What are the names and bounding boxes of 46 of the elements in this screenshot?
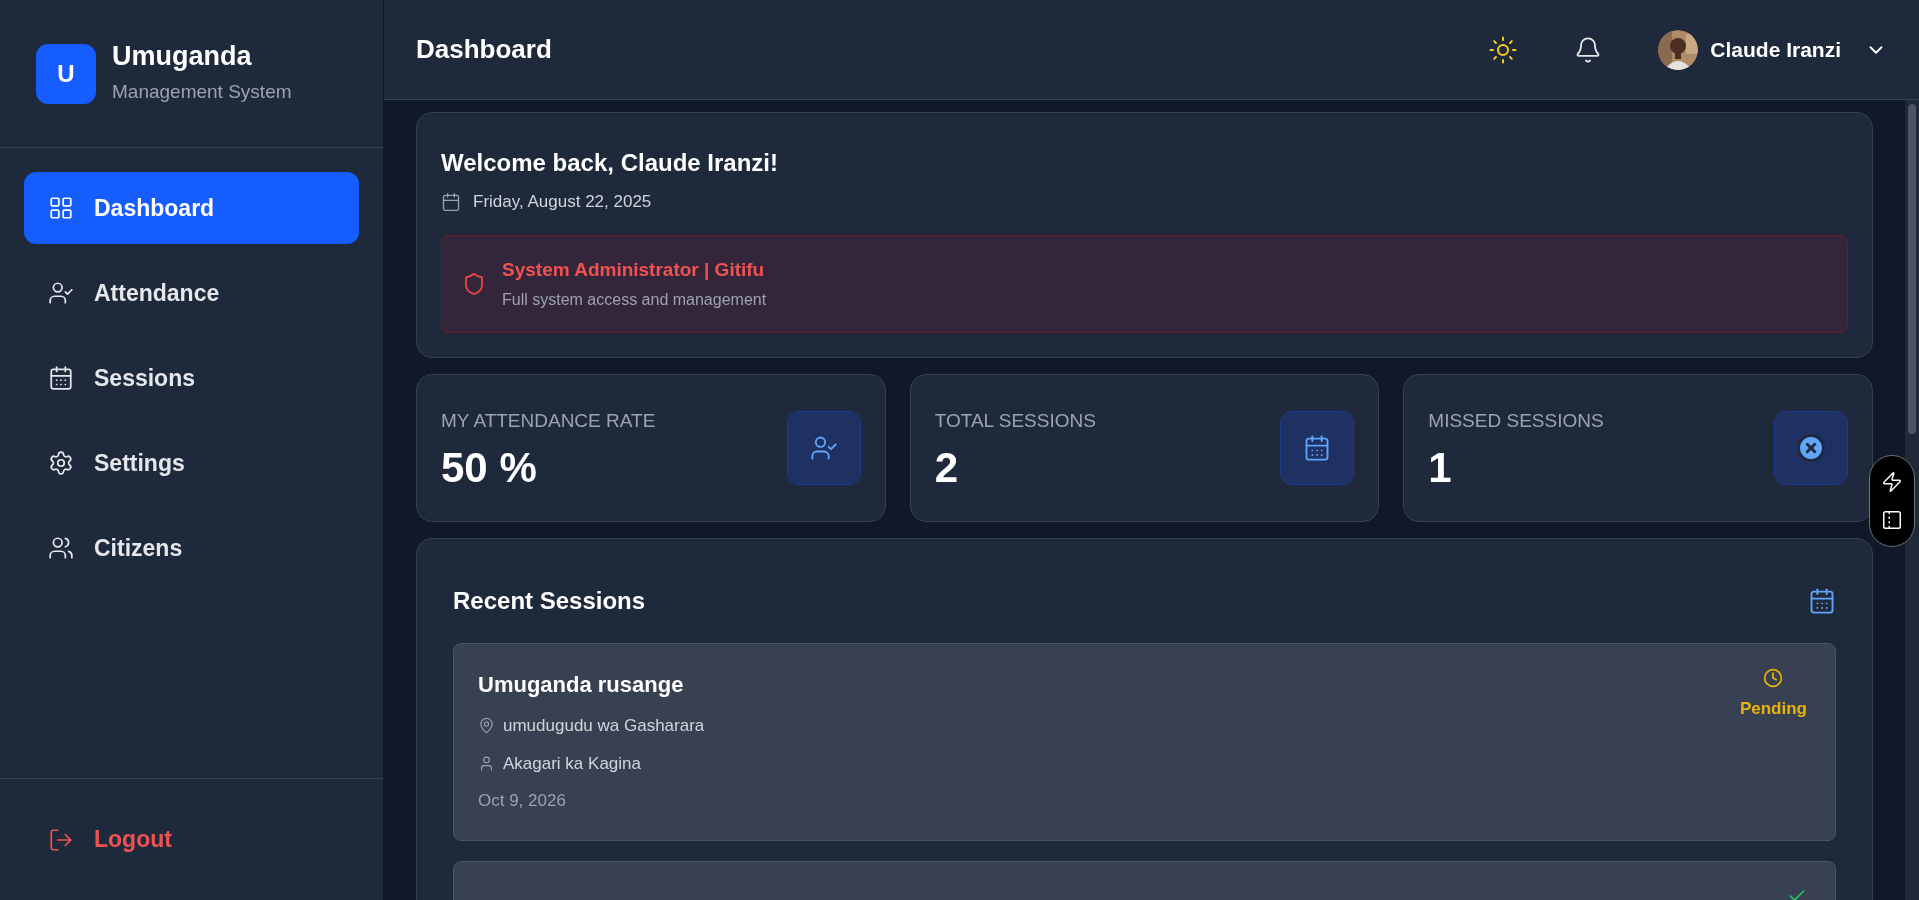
panel-icon[interactable] bbox=[1881, 509, 1903, 531]
logo-badge: U bbox=[36, 43, 96, 104]
shield-icon bbox=[462, 271, 486, 296]
nav-item[interactable]: Sessions bbox=[24, 342, 359, 414]
stat-value: 2 bbox=[934, 447, 959, 490]
user-check-icon bbox=[809, 434, 838, 462]
section-heading: Recent Sessions bbox=[453, 586, 646, 616]
lightning-icon[interactable] bbox=[1881, 471, 1903, 493]
session-date: Oct 9, 2026 bbox=[478, 790, 567, 812]
gear-icon bbox=[48, 450, 74, 476]
stat-label: MISSED SESSIONS bbox=[1428, 408, 1604, 433]
role-description: Full system access and management bbox=[502, 290, 767, 310]
calendar-icon bbox=[48, 365, 74, 391]
session-card[interactable]: Umuganda rusange umudugudu wa Gasharara Akagari ka Kagina Oct 9, 2026 Pending bbox=[453, 643, 1836, 841]
users-icon bbox=[48, 535, 74, 561]
page-title: Dashboard bbox=[416, 33, 552, 66]
role-title: System Administrator | Gitifu bbox=[502, 257, 766, 282]
current-date: Friday, August 22, 2025 bbox=[473, 191, 652, 213]
nav-item[interactable]: Attendance bbox=[24, 257, 359, 329]
stat-value: 50 % bbox=[441, 447, 538, 490]
app-subtitle: Management System bbox=[112, 80, 292, 105]
user-icon bbox=[478, 754, 495, 772]
app-title: Umuganda bbox=[112, 40, 253, 74]
sun-icon bbox=[1488, 34, 1519, 65]
welcome-heading: Welcome back, Claude Iranzi! bbox=[441, 148, 779, 178]
logout-button[interactable]: Logout bbox=[48, 822, 172, 857]
theme-toggle-button[interactable] bbox=[1488, 34, 1519, 65]
x-circle-icon bbox=[1796, 433, 1826, 463]
user-check-icon bbox=[48, 280, 74, 306]
calendar-icon bbox=[1808, 587, 1836, 615]
nav-item[interactable]: Dashboard bbox=[24, 172, 359, 244]
nav-item[interactable]: Settings bbox=[24, 427, 359, 499]
calendar-icon bbox=[441, 191, 461, 212]
status-label: Pending bbox=[1739, 698, 1807, 720]
session-title: Umuganda rusange bbox=[478, 671, 685, 699]
clock-icon bbox=[1763, 668, 1784, 688]
stat-label: MY ATTENDANCE RATE bbox=[441, 408, 656, 433]
session-cell-text: Akagari ka Kagina bbox=[503, 752, 641, 775]
logout-icon bbox=[48, 826, 74, 853]
stat-label: TOTAL SESSIONS bbox=[934, 408, 1096, 433]
user-menu-button[interactable]: Claude Iranzi bbox=[1658, 29, 1887, 70]
stat-value: 1 bbox=[1428, 447, 1453, 490]
grid-icon bbox=[48, 195, 74, 221]
session-location: umudugudu wa Gasharara bbox=[503, 715, 705, 737]
map-pin-icon bbox=[478, 717, 495, 735]
nav-item[interactable]: Citizens bbox=[24, 512, 359, 584]
